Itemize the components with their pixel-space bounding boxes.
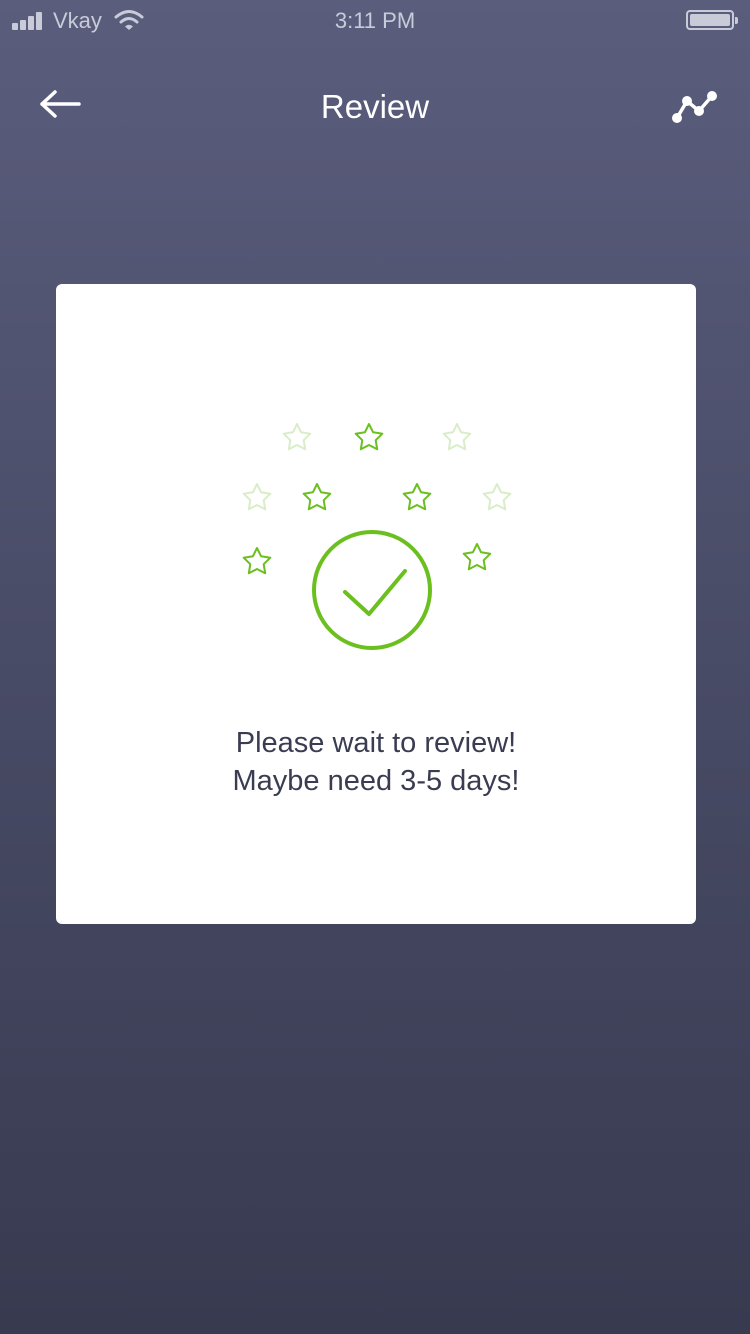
message-line-2: Maybe need 3-5 days! — [232, 765, 520, 797]
star-icon — [482, 483, 512, 511]
review-message: Please wait to review! Maybe need 3-5 da… — [56, 724, 696, 800]
status-bar: Vkay 3:11 PM — [0, 0, 750, 42]
star-icon — [242, 547, 272, 575]
navigation-bar: Review — [0, 70, 750, 146]
message-line-1: Please wait to review! — [235, 727, 517, 759]
star-icon — [442, 423, 472, 451]
star-icon — [354, 423, 384, 451]
star-icon — [462, 543, 492, 571]
star-icon — [302, 483, 332, 511]
clock: 3:11 PM — [334, 8, 416, 33]
line-graph-icon[interactable] — [668, 86, 720, 126]
star-icon — [242, 483, 272, 511]
check-circle-icon — [312, 530, 432, 650]
star-icon — [282, 423, 312, 451]
star-icon — [402, 483, 432, 511]
page-title: Review — [320, 88, 430, 125]
review-card: Please wait to review! Maybe need 3-5 da… — [56, 284, 696, 924]
battery-icon — [686, 10, 738, 30]
review-illustration — [242, 423, 512, 650]
